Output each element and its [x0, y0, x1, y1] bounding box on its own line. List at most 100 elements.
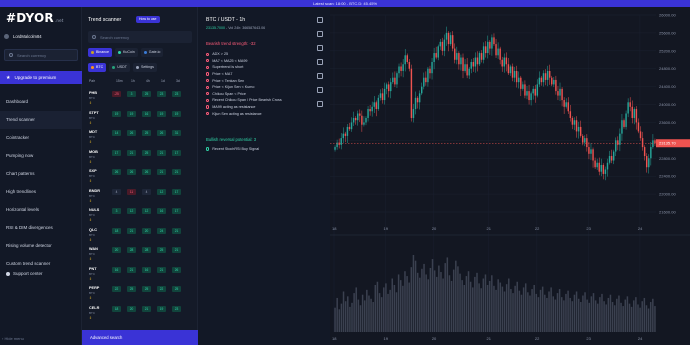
sidebar-item-horizontal-levels[interactable]: Horizontal levels [0, 201, 82, 219]
trend-score-cell: 16 [157, 208, 166, 214]
trend-scanner-panel: Trend scanner How to use Search currency… [82, 7, 198, 345]
price-tick-label: 26000.00 [659, 13, 676, 18]
row-pair: MDT [89, 130, 98, 134]
filter-btc[interactable]: BTC [88, 63, 107, 72]
fib-tool-icon[interactable] [317, 45, 323, 51]
candle-body [456, 53, 458, 60]
candle-body [633, 109, 636, 118]
volume-bar [560, 297, 563, 332]
trend-score-cell: 21 [142, 305, 151, 312]
advanced-search-button[interactable]: Advanced search [82, 330, 198, 345]
col-15m[interactable]: 15m [116, 79, 123, 83]
trend-score-cell: 12 [127, 208, 136, 214]
pattern-tool-icon[interactable] [317, 87, 323, 93]
sidebar-item-dashboard[interactable]: Dashboard [0, 93, 82, 111]
sidebar-item-trend-scanner[interactable]: Trend scanner [0, 111, 82, 129]
candle-body [445, 32, 448, 40]
app-window: Latest scan: 18:00 - BTC.D: 45.45% #DYOR… [0, 0, 690, 345]
trend-score-cell: 26 [172, 266, 181, 273]
tab-kucoin[interactable]: KuCoin [115, 48, 138, 57]
col-4h[interactable]: 4h [146, 79, 150, 83]
volume-bar [652, 298, 654, 332]
sidebar-item-rsi-divergences[interactable]: RSI & DIM divergences [0, 219, 82, 237]
price-tick-label: 24400.00 [659, 84, 676, 89]
x-icon [206, 59, 210, 63]
scanner-row[interactable]: QLC BTC ⇕ 18 21 20 24 21 [82, 224, 198, 244]
sidebar-item-rising-volume[interactable]: Rising volume detector [0, 237, 82, 255]
sidebar-item-pumping-now[interactable]: Pumping now [0, 147, 82, 165]
trend-score-cell: 25 [172, 286, 181, 292]
support-center-link[interactable]: Support center [6, 271, 43, 276]
col-1d[interactable]: 1d [161, 79, 165, 83]
volume-bar [452, 269, 455, 332]
trend-score-cell: 17 [172, 188, 181, 195]
trend-score-cell: 16 [142, 110, 151, 117]
trend-score-cell: 23 [157, 91, 166, 97]
candle-body [470, 62, 472, 69]
candle-body [338, 142, 340, 145]
sidebar-search-input[interactable]: Search currency [4, 49, 78, 61]
volume-bar [421, 268, 423, 332]
time-tick-label: 21 [487, 226, 492, 231]
candle-body [387, 84, 390, 92]
tab-binance[interactable]: Binance [88, 48, 112, 57]
volume-bar [630, 306, 633, 332]
upgrade-button[interactable]: ★ Upgrade to premium [0, 71, 82, 84]
brush-tool-icon[interactable] [317, 59, 323, 65]
col-1h[interactable]: 1h [131, 79, 135, 83]
scanner-row[interactable]: SXP BTC ⇕ 26 26 26 21 21 [82, 165, 198, 185]
user-menu[interactable]: LordMalcolm84 [4, 31, 78, 41]
scanner-row[interactable]: WAN BTC ⇕ 20 28 28 25 21 [82, 243, 198, 263]
scanner-search-input[interactable]: Search currency [88, 31, 192, 43]
col-pair[interactable]: Pair [89, 79, 95, 83]
candle-body [350, 122, 353, 130]
candle-body [532, 88, 534, 94]
candle-body [526, 91, 528, 96]
volume-bar [505, 284, 508, 332]
scanner-row[interactable]: NULS BTC ⇕ 3 12 12 16 17 [82, 204, 198, 224]
trend-score-cell: 20 [112, 247, 121, 253]
scanner-row[interactable]: CELR BTC ⇕ 18 20 21 19 23 [82, 302, 198, 322]
trendline-tool-icon[interactable] [317, 31, 323, 37]
row-pair: PNT [89, 266, 97, 271]
trend-score-cell: 20 [127, 305, 136, 312]
candle-body [602, 164, 605, 174]
tradingview-logo-icon[interactable] [317, 101, 323, 107]
volume-bar [616, 298, 618, 332]
logo[interactable]: #DYOR.net [6, 11, 64, 25]
candle-body [577, 126, 580, 132]
sidebar-item-cointracker[interactable]: Cointracker [0, 129, 82, 147]
sidebar-item-high-trendlines[interactable]: High trendlines [0, 183, 82, 201]
scanner-row[interactable]: BNDR BTC ⇕ 4 11 4 12 17 [82, 185, 198, 205]
how-to-use-button[interactable]: How to use [136, 16, 160, 23]
trend-score-cell: 4 [142, 188, 151, 195]
trend-score-cell: 25 [157, 247, 166, 253]
price-chart[interactable]: 26000.00 25600.00 25200.00 24800.00 24400.00… [330, 7, 690, 345]
col-3d[interactable]: 3d [176, 79, 180, 83]
volume-bar [649, 302, 652, 332]
scanner-row[interactable]: PERP BTC ⇕ 22 25 25 22 25 [82, 282, 198, 302]
scanner-row[interactable]: PNT BTC ⇕ 16 21 16 21 26 [82, 263, 198, 283]
candle-body [449, 35, 452, 45]
scanner-row[interactable]: STPT BTC ⇕ 19 19 16 19 19 [82, 107, 198, 127]
sidebar-item-chart-patterns[interactable]: Chart patterns [0, 165, 82, 183]
volume-bar [512, 293, 514, 332]
volume-bar [541, 286, 544, 332]
settings-button[interactable]: Settings [132, 63, 157, 72]
price-tick-label: 22800.00 [659, 156, 676, 161]
crosshair-tool-icon[interactable] [317, 17, 323, 23]
scanner-row[interactable]: PHB BTC ⇕ -25 3 25 23 23 [82, 87, 198, 107]
candle-body [606, 162, 609, 170]
candle-body [443, 39, 446, 51]
scanner-row[interactable]: MDT BTC ⇕ 14 26 25 26 31 [82, 126, 198, 146]
trend-score-cell: 23 [172, 91, 181, 97]
filter-usdt[interactable]: USDT [109, 63, 130, 72]
trend-score-cell: 21 [157, 169, 166, 175]
volume-bar [654, 306, 656, 332]
text-tool-icon[interactable] [317, 73, 323, 79]
volume-bar [431, 259, 434, 332]
row-quote: BTC [89, 310, 95, 315]
scanner-row[interactable]: MOB BTC ⇕ 17 21 25 21 17 [82, 146, 198, 166]
tab-gateio[interactable]: Gate.io [140, 48, 164, 57]
hide-menu-button[interactable]: ‹ Hide menu [2, 336, 24, 341]
